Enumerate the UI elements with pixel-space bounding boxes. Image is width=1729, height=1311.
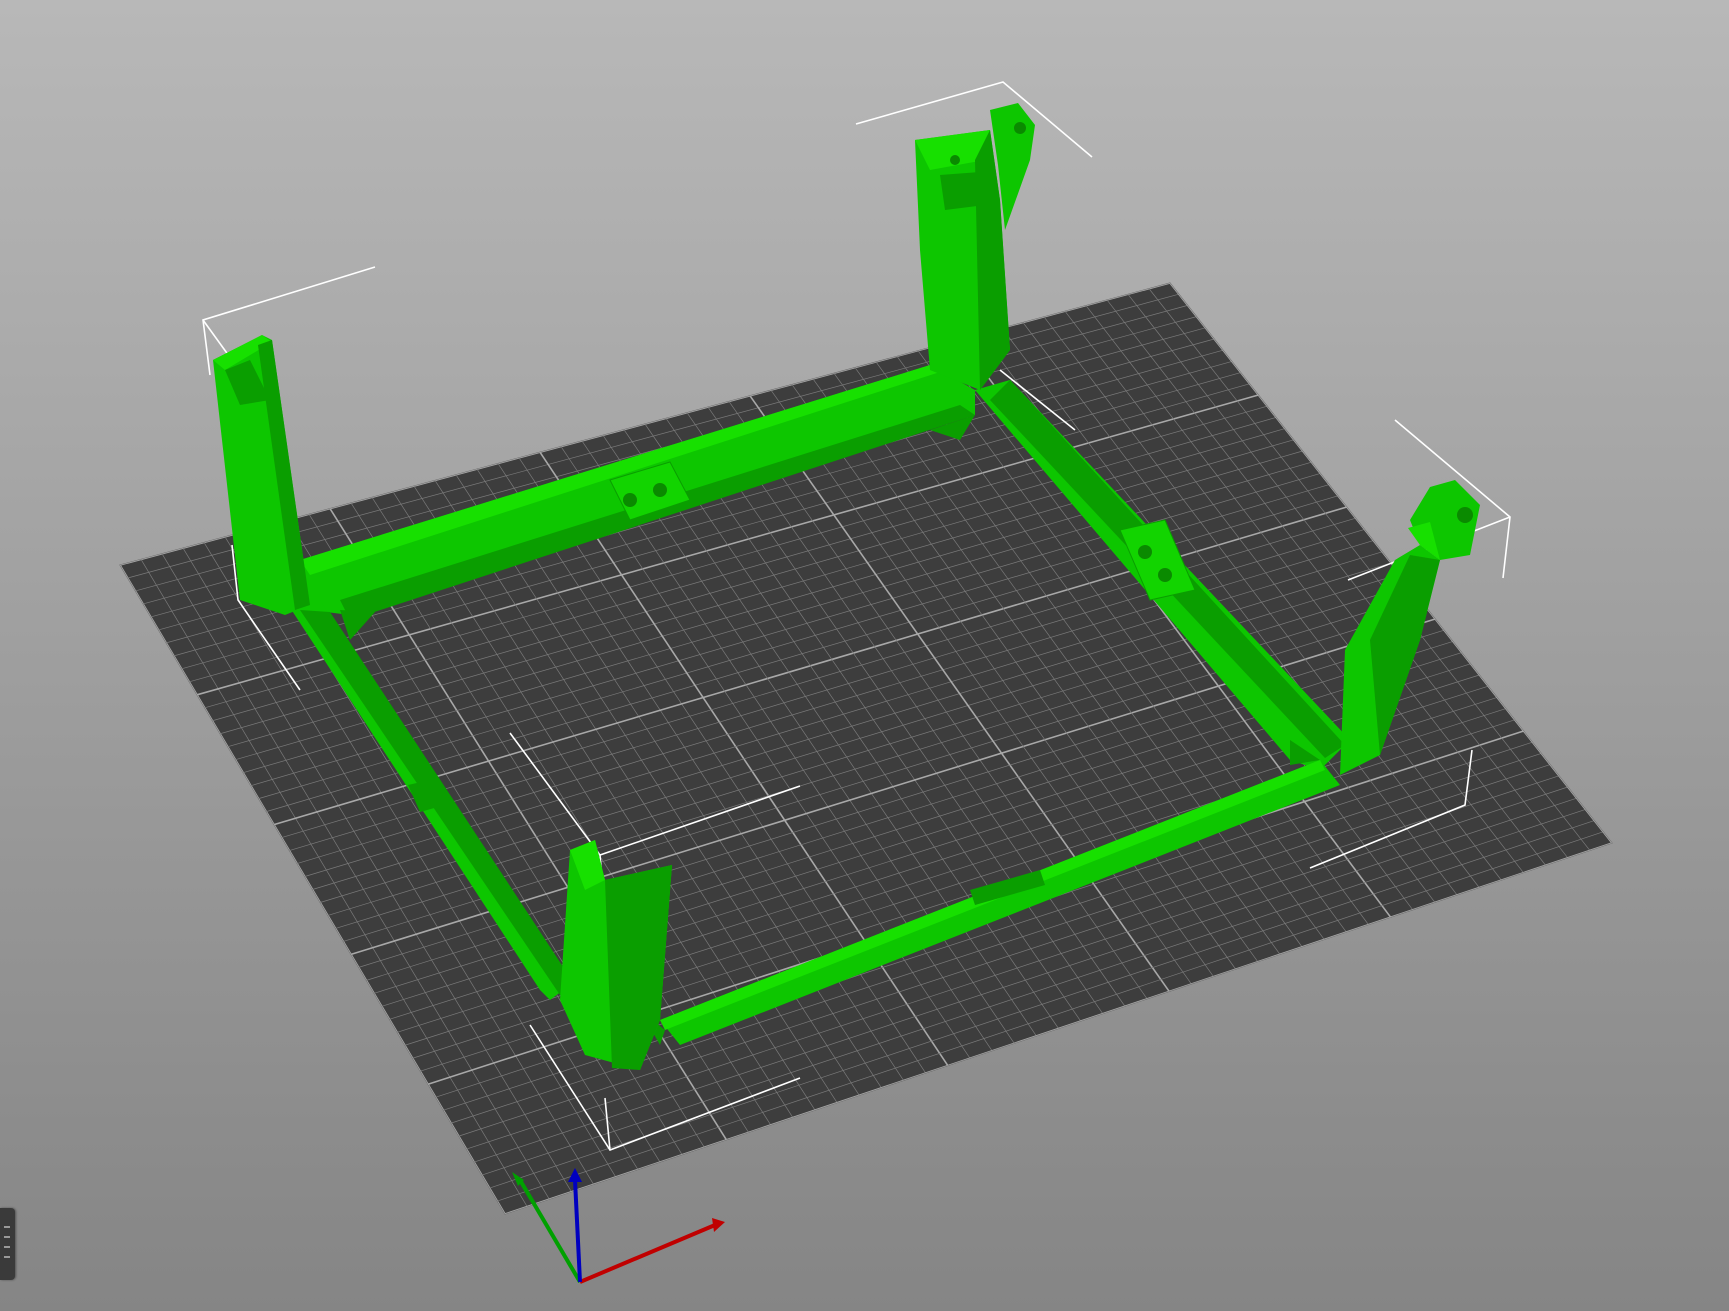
grip-icon xyxy=(4,1236,10,1238)
3d-scene[interactable] xyxy=(0,0,1729,1311)
sidebar-collapse-handle[interactable] xyxy=(0,1208,15,1280)
grip-icon xyxy=(4,1256,10,1258)
grip-icon xyxy=(4,1226,10,1228)
grip-icon xyxy=(4,1246,10,1248)
3d-viewport[interactable] xyxy=(0,0,1729,1311)
